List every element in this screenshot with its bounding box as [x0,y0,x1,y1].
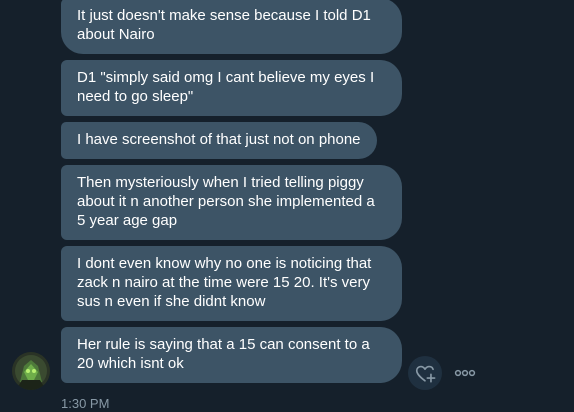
message-timestamp: 1:30 PM [61,396,110,411]
add-reaction-button[interactable] [408,356,442,390]
message-bubble[interactable]: I have screenshot of that just not on ph… [61,122,377,159]
message-bubble[interactable]: Then mysteriously when I tried telling p… [61,165,402,240]
heart-plus-icon [415,365,436,383]
message-bubble[interactable]: I dont even know why no one is noticing … [61,246,402,321]
avatar-image [12,352,50,390]
message-thread: It just doesn't make sense because I tol… [61,0,406,389]
message-text: Her rule is saying that a 15 can consent… [77,336,370,372]
message-bubble[interactable]: D1 "simply said omg I cant believe my ey… [61,60,402,116]
message-text: I dont even know why no one is noticing … [77,255,372,310]
message-text: It just doesn't make sense because I tol… [77,7,371,43]
message-text: I have screenshot of that just not on ph… [77,131,361,148]
message-text: D1 "simply said omg I cant believe my ey… [77,69,375,105]
user-avatar[interactable] [12,352,50,390]
message-bubble[interactable]: It just doesn't make sense because I tol… [61,0,402,54]
more-options-button[interactable] [450,362,480,384]
message-text: Then mysteriously when I tried telling p… [77,174,375,229]
message-bubble[interactable]: Her rule is saying that a 15 can consent… [61,327,402,383]
more-dots-icon [454,369,476,377]
